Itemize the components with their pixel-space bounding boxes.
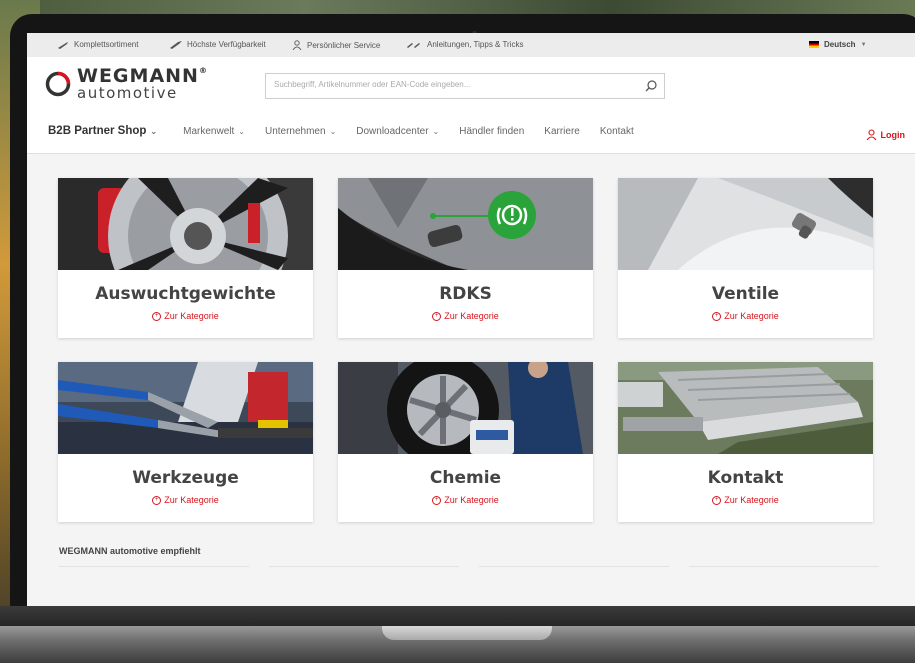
service-bar: Komplettsortiment Höchste Verfügbarkeit … bbox=[27, 33, 915, 57]
nav-item-b2b-partner-shop[interactable]: B2B Partner Shop ⌄ bbox=[48, 125, 157, 137]
category-link[interactable]: + Zur Kategorie bbox=[58, 495, 313, 506]
login-button[interactable]: Login bbox=[866, 129, 906, 140]
main-navigation: B2B Partner Shop ⌄ Markenwelt ⌄ Unterneh… bbox=[48, 123, 654, 139]
nav-item-markenwelt[interactable]: Markenwelt ⌄ bbox=[183, 126, 245, 137]
category-title: Ventile bbox=[711, 284, 780, 304]
search-box bbox=[265, 73, 665, 99]
recommend-divider bbox=[689, 566, 879, 569]
category-card-chemie[interactable]: Chemie + Zur Kategorie bbox=[338, 362, 593, 522]
laptop-bottom-bezel bbox=[0, 606, 915, 626]
category-card-werkzeuge[interactable]: Werkzeuge + Zur Kategorie bbox=[58, 362, 313, 522]
category-link[interactable]: + Zur Kategorie bbox=[58, 311, 313, 322]
category-image bbox=[338, 178, 593, 270]
plus-circle-icon: + bbox=[432, 496, 442, 506]
plus-circle-icon: + bbox=[152, 496, 162, 506]
category-card-auswuchtgewichte[interactable]: Auswuchtgewichte + Zur Kategorie bbox=[58, 178, 313, 338]
caret-down-icon: ▼ bbox=[860, 41, 867, 48]
category-link-label: Zur Kategorie bbox=[444, 311, 499, 321]
recommend-heading: WEGMANN automotive empfiehlt bbox=[59, 546, 201, 556]
plus-circle-icon: + bbox=[432, 312, 442, 322]
recommend-divider bbox=[479, 566, 669, 569]
recommend-placeholder-row bbox=[59, 566, 879, 569]
login-label: Login bbox=[880, 129, 906, 140]
recommend-divider bbox=[59, 566, 249, 569]
category-title: RDKS bbox=[439, 284, 492, 304]
nav-item-haendler-finden[interactable]: Händler finden bbox=[459, 126, 524, 137]
german-flag-icon bbox=[809, 41, 819, 48]
nav-item-unternehmen[interactable]: Unternehmen ⌄ bbox=[265, 126, 336, 137]
nav-item-label: Downloadcenter bbox=[356, 125, 429, 137]
service-item-label: Persönlicher Service bbox=[307, 40, 381, 50]
category-title: Werkzeuge bbox=[132, 468, 239, 488]
browser-screen: Komplettsortiment Höchste Verfügbarkeit … bbox=[27, 33, 915, 606]
category-title: Kontakt bbox=[707, 468, 784, 488]
laptop-notch bbox=[382, 626, 552, 640]
plus-circle-icon: + bbox=[152, 312, 162, 322]
nav-item-label: Karriere bbox=[544, 125, 580, 137]
category-link[interactable]: + Zur Kategorie bbox=[618, 311, 873, 322]
plus-circle-icon: + bbox=[712, 496, 722, 506]
category-title: Chemie bbox=[429, 468, 502, 488]
category-link-label: Zur Kategorie bbox=[724, 495, 779, 505]
tools-icon bbox=[407, 42, 420, 48]
category-image bbox=[618, 362, 873, 454]
language-select[interactable]: Deutsch ▼ bbox=[809, 40, 867, 49]
chevron-down-icon: ⌄ bbox=[329, 126, 337, 136]
nav-item-kontakt[interactable]: Kontakt bbox=[600, 126, 634, 137]
chevron-down-icon: ⌄ bbox=[432, 126, 440, 136]
service-item-verfuegbarkeit[interactable]: Höchste Verfügbarkeit bbox=[170, 40, 266, 49]
logo-registered-mark: ® bbox=[198, 66, 208, 75]
chevron-down-icon: ⌄ bbox=[238, 126, 245, 136]
service-item-label: Komplettsortiment bbox=[74, 40, 139, 49]
site-header: WEGMANN® automotive B2B Partner Shop ⌄ M… bbox=[27, 57, 915, 154]
category-image bbox=[58, 362, 313, 454]
service-item-service[interactable]: Persönlicher Service bbox=[292, 40, 380, 50]
chevron-down-icon: ⌄ bbox=[150, 126, 158, 136]
category-link-label: Zur Kategorie bbox=[724, 311, 779, 321]
service-item-label: Anleitungen, Tipps & Tricks bbox=[427, 40, 524, 49]
language-label: Deutsch bbox=[824, 40, 856, 49]
nav-item-karriere[interactable]: Karriere bbox=[544, 126, 580, 137]
service-item-anleitungen[interactable]: Anleitungen, Tipps & Tricks bbox=[407, 40, 524, 49]
nav-item-downloadcenter[interactable]: Downloadcenter ⌄ bbox=[356, 126, 439, 137]
category-title: Auswuchtgewichte bbox=[95, 284, 276, 304]
person-icon bbox=[292, 40, 302, 50]
category-link[interactable]: + Zur Kategorie bbox=[618, 495, 873, 506]
category-link-label: Zur Kategorie bbox=[164, 311, 219, 321]
search-input[interactable] bbox=[272, 79, 636, 90]
wegmann-logo[interactable]: WEGMANN® automotive bbox=[45, 67, 208, 101]
category-link-label: Zur Kategorie bbox=[164, 495, 219, 505]
nav-item-label: Kontakt bbox=[599, 125, 634, 137]
logo-ring-icon bbox=[45, 71, 71, 97]
category-card-kontakt[interactable]: Kontakt + Zur Kategorie bbox=[618, 362, 873, 522]
user-icon bbox=[866, 129, 876, 140]
search-icon[interactable] bbox=[644, 79, 658, 93]
category-link-label: Zur Kategorie bbox=[444, 495, 499, 505]
wrench-icon bbox=[58, 41, 68, 49]
category-card-ventile[interactable]: Ventile + Zur Kategorie bbox=[618, 178, 873, 338]
nav-item-label: B2B Partner Shop bbox=[48, 125, 147, 137]
service-item-label: Höchste Verfügbarkeit bbox=[187, 40, 266, 49]
nav-item-label: Händler finden bbox=[459, 125, 525, 137]
category-image bbox=[338, 362, 593, 454]
nav-item-label: Unternehmen bbox=[264, 125, 326, 137]
tool-icon bbox=[170, 40, 182, 49]
category-image bbox=[58, 178, 313, 270]
nav-item-label: Markenwelt bbox=[183, 125, 235, 137]
plus-circle-icon: + bbox=[712, 312, 722, 322]
category-link[interactable]: + Zur Kategorie bbox=[338, 311, 593, 322]
category-link[interactable]: + Zur Kategorie bbox=[338, 495, 593, 506]
category-image bbox=[618, 178, 873, 270]
logo-sub-text: automotive bbox=[77, 84, 178, 102]
recommend-divider bbox=[269, 566, 459, 569]
service-item-komplettsortiment[interactable]: Komplettsortiment bbox=[57, 40, 138, 49]
category-card-rdks[interactable]: RDKS + Zur Kategorie bbox=[338, 178, 593, 338]
